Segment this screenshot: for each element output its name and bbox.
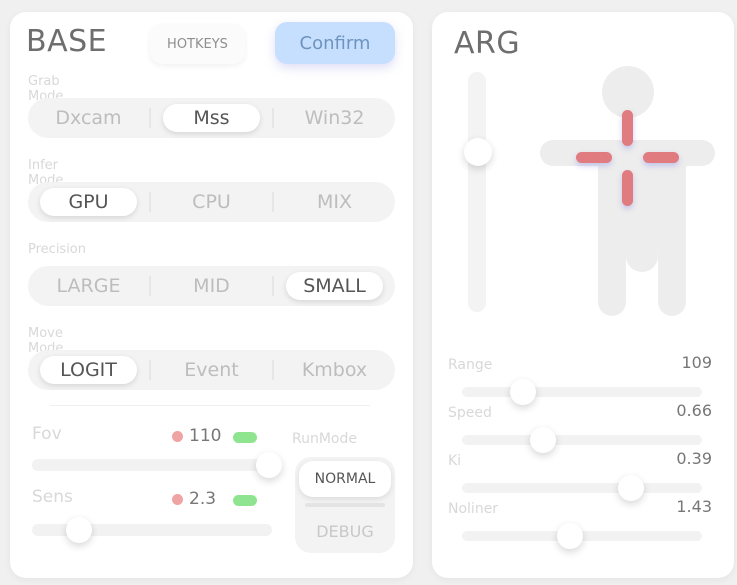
- segmented-control: GPU CPU MIX: [28, 182, 395, 222]
- segment-option[interactable]: Dxcam: [28, 102, 149, 134]
- runmode-label: RunMode: [292, 431, 357, 447]
- segment-option-label: SMALL: [303, 275, 366, 297]
- segmented-control: Dxcam Mss Win32: [28, 98, 395, 138]
- segment-option-label: LARGE: [56, 275, 121, 297]
- segment-option-label: CPU: [192, 191, 231, 213]
- arg-slider-label: Noliner: [448, 501, 499, 517]
- arg-slider-thumb[interactable]: [530, 427, 557, 453]
- segmented-control: LOGIT Event Kmbox: [28, 350, 395, 390]
- segment-option-label: MID: [193, 275, 230, 297]
- arg-slider-track[interactable]: [462, 387, 702, 397]
- fov-indicator-dot: [172, 430, 183, 442]
- arg-slider-track[interactable]: [462, 483, 702, 493]
- fov-slider-track[interactable]: [32, 459, 272, 471]
- segment-option-label: GPU: [68, 191, 109, 213]
- segment-option[interactable]: Kmbox: [274, 354, 395, 386]
- arg-slider-thumb[interactable]: [556, 523, 583, 549]
- sens-value: 2.3: [172, 489, 216, 509]
- runmode-selector: NORMAL DEBUG: [295, 457, 395, 553]
- segment-option[interactable]: Win32: [274, 102, 395, 134]
- fov-value-text: 110: [189, 426, 222, 446]
- runmode-separator: [305, 503, 385, 507]
- arg-slider-value: 0.39: [676, 449, 712, 468]
- arg-panel: ARG Range 109 Speed 0.66 Ki 0.39 Noliner 1.43: [432, 12, 734, 578]
- segmented-control: LARGE MID SMALL: [28, 266, 395, 306]
- sens-status-pill: [233, 495, 257, 506]
- arg-slider-value: 109: [681, 353, 712, 372]
- segment-option-label: Event: [184, 359, 239, 381]
- sens-slider-thumb[interactable]: [65, 517, 92, 543]
- segment-option-label: Kmbox: [301, 359, 368, 381]
- segment-option[interactable]: MIX: [274, 186, 395, 218]
- runmode-normal[interactable]: NORMAL: [299, 461, 391, 497]
- segment-option[interactable]: MID: [151, 270, 272, 302]
- segment-option-label: MIX: [316, 191, 352, 213]
- segment-option[interactable]: LARGE: [28, 270, 149, 302]
- sens-label: Sens: [32, 487, 73, 507]
- arg-slider-value: 0.66: [676, 401, 712, 420]
- sens-indicator-dot: [172, 493, 183, 505]
- segment-option[interactable]: Mss: [151, 102, 272, 134]
- segment-option-label: Win32: [304, 107, 365, 129]
- segment-option-label: Dxcam: [55, 107, 122, 129]
- arg-slider-label: Range: [448, 357, 493, 373]
- divider: [50, 405, 370, 406]
- fov-label: Fov: [32, 424, 62, 444]
- arg-slider-thumb[interactable]: [618, 475, 645, 501]
- base-panel: BASE HOTKEYS Confirm Grab Mode Dxcam Mss Wi…: [10, 12, 413, 578]
- hotkeys-button[interactable]: HOTKEYS: [150, 24, 245, 64]
- arg-slider-label: Ki: [448, 453, 462, 469]
- runmode-debug[interactable]: DEBUG: [299, 513, 391, 549]
- arg-slider-thumb[interactable]: [510, 379, 537, 405]
- fov-value: 110: [172, 426, 221, 446]
- segment-option[interactable]: Event: [151, 354, 272, 386]
- confirm-button[interactable]: Confirm: [275, 22, 395, 64]
- arg-slider-value: 1.43: [676, 497, 712, 516]
- segment-option[interactable]: SMALL: [274, 270, 395, 302]
- section-label: Precision: [28, 242, 87, 257]
- arg-slider-track[interactable]: [462, 435, 702, 445]
- segment-option-label: LOGIT: [60, 359, 117, 381]
- sens-value-text: 2.3: [189, 489, 217, 509]
- segment-option[interactable]: LOGIT: [28, 354, 149, 386]
- fov-slider-thumb[interactable]: [256, 452, 282, 478]
- base-title: BASE: [26, 24, 108, 59]
- segment-option[interactable]: CPU: [151, 186, 272, 218]
- fov-status-pill: [233, 432, 257, 443]
- segment-option-label: Mss: [193, 107, 230, 129]
- arg-slider-label: Speed: [448, 405, 492, 421]
- segment-option[interactable]: GPU: [28, 186, 149, 218]
